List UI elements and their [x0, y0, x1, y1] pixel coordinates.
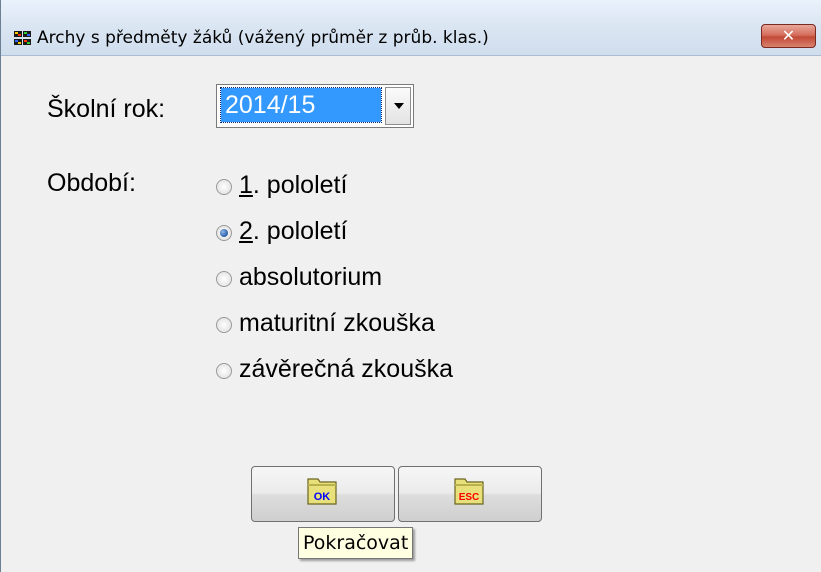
period-label: Období: — [47, 169, 136, 197]
radio-button-icon[interactable] — [216, 363, 232, 379]
window-title: Archy s předměty žáků (vážený průměr z p… — [37, 28, 489, 48]
radio-label: 1. pololetí — [239, 171, 348, 199]
close-icon: ✕ — [781, 26, 796, 45]
radio-button-icon[interactable] — [216, 317, 232, 333]
radio-button-icon[interactable] — [216, 179, 232, 195]
close-button[interactable]: ✕ — [761, 24, 816, 48]
radio-label: 2. pololetí — [239, 217, 348, 245]
ok-folder-icon: OK — [307, 478, 337, 505]
esc-folder-icon: ESC — [454, 478, 484, 505]
school-year-select[interactable]: 2014/15 — [216, 84, 414, 128]
svg-text:ESC: ESC — [459, 492, 480, 503]
radio-label: absolutorium — [239, 263, 383, 291]
dialog-window: Archy s předměty žáků (vážený průměr z p… — [0, 0, 821, 572]
radio-label: závěrečná zkouška — [239, 355, 454, 383]
radio-button-checked-icon[interactable] — [216, 225, 232, 241]
title-bar[interactable]: Archy s předměty žáků (vážený průměr z p… — [1, 0, 821, 56]
tooltip: Pokračovat — [298, 527, 414, 559]
ok-button[interactable]: OK — [251, 466, 395, 522]
esc-button[interactable]: ESC — [398, 466, 542, 522]
school-year-value: 2014/15 — [220, 87, 382, 123]
svg-text:OK: OK — [314, 491, 331, 503]
radio-label: maturitní zkouška — [239, 309, 435, 337]
app-icon — [14, 31, 31, 45]
radio-button-icon[interactable] — [216, 271, 232, 287]
chevron-down-icon[interactable] — [385, 87, 411, 125]
school-year-label: Školní rok: — [47, 95, 166, 123]
